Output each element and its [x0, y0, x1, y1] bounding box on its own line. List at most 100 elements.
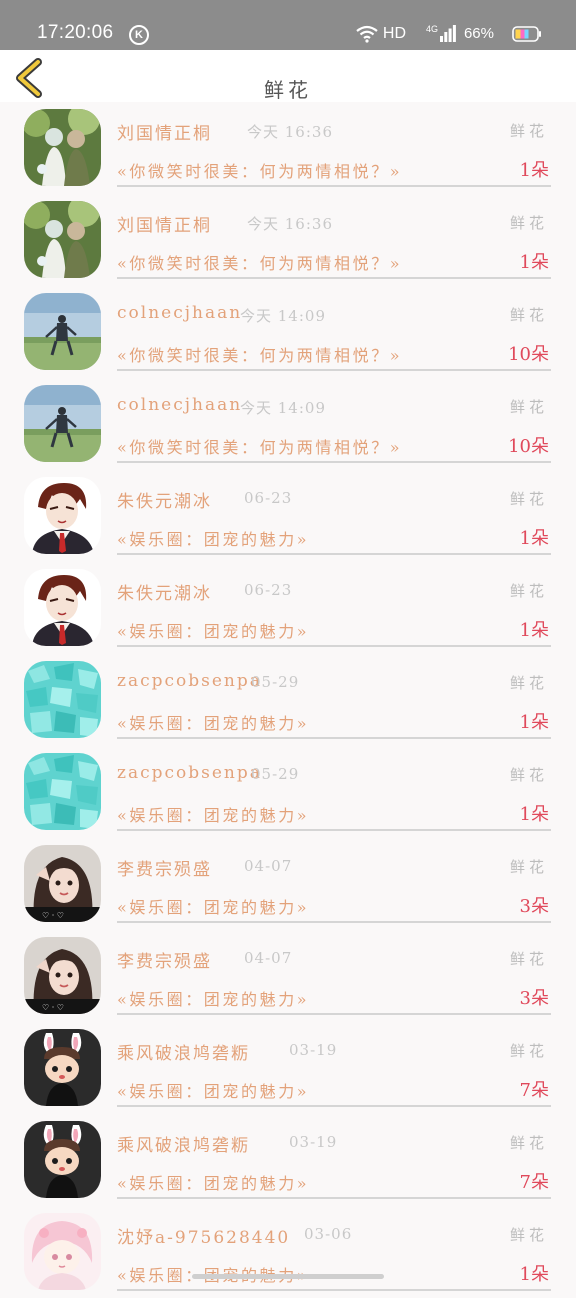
avatar[interactable] — [24, 1121, 101, 1198]
list-item[interactable]: 刘国情正桐 今天 16:36 鲜花 «你微笑时很美：何为两情相悦？» 1朵 — [0, 194, 576, 286]
gift-type: 鲜花 — [509, 306, 548, 324]
flower-count: 1朵 — [519, 620, 549, 641]
divider — [117, 829, 551, 831]
timestamp: 03-19 — [289, 1041, 338, 1059]
app-badge-icon: K — [129, 25, 149, 45]
gift-type: 鲜花 — [509, 1226, 548, 1244]
list-item[interactable]: 朱佚元潮冰 06-23 鲜花 «娱乐圈：团宠的魅力» 1朵 — [0, 562, 576, 654]
avatar[interactable] — [24, 661, 101, 738]
avatar[interactable] — [24, 1029, 101, 1106]
timestamp: 03-06 — [304, 1225, 353, 1243]
gift-type: 鲜花 — [509, 122, 548, 140]
avatar[interactable] — [24, 569, 101, 646]
gift-type: 鲜花 — [509, 582, 548, 600]
divider — [117, 369, 551, 371]
book-title: «娱乐圈：团宠的魅力» — [117, 898, 310, 917]
home-indicator[interactable] — [192, 1274, 384, 1279]
book-title: «娱乐圈：团宠的魅力» — [117, 806, 310, 825]
avatar[interactable] — [24, 201, 101, 278]
list-item[interactable]: 乘风破浪鸠砻粝 03-19 鲜花 «娱乐圈：团宠的魅力» 7朵 — [0, 1022, 576, 1114]
book-title: «娱乐圈：团宠的魅力» — [117, 530, 310, 549]
book-title: «娱乐圈：团宠的魅力» — [117, 622, 310, 641]
list-item[interactable]: 刘国情正桐 今天 16:36 鲜花 «你微笑时很美：何为两情相悦？» 1朵 — [0, 102, 576, 194]
gift-type: 鲜花 — [509, 858, 548, 876]
divider — [117, 737, 551, 739]
flower-count: 1朵 — [519, 1264, 549, 1285]
divider — [117, 1105, 551, 1107]
avatar[interactable] — [24, 477, 101, 554]
flower-count: 10朵 — [508, 436, 549, 457]
list-item[interactable]: 沈妤a-975628440 03-06 鲜花 «娱乐圈：团宠的魅力» 1朵 — [0, 1206, 576, 1298]
timestamp: 05-29 — [251, 765, 300, 783]
hd-indicator: HD — [382, 25, 406, 42]
battery-icon — [512, 26, 541, 42]
timestamp: 今天 14:09 — [240, 399, 326, 417]
list-item[interactable]: ♡ · ♡ 李费宗殒盛 04-07 鲜花 «娱乐圈：团宠的魅力» 3朵 — [0, 838, 576, 930]
avatar[interactable] — [24, 385, 101, 462]
network-type: 4G — [425, 24, 438, 34]
flower-count: 1朵 — [519, 160, 549, 181]
gift-type: 鲜花 — [509, 214, 548, 232]
timestamp: 05-29 — [251, 673, 300, 691]
divider — [117, 921, 551, 923]
avatar[interactable]: ♡ · ♡ — [24, 937, 101, 1014]
divider — [117, 277, 551, 279]
list-item[interactable]: 乘风破浪鸠砻粝 03-19 鲜花 «娱乐圈：团宠的魅力» 7朵 — [0, 1114, 576, 1206]
avatar[interactable] — [24, 109, 101, 186]
timestamp: 03-19 — [289, 1133, 338, 1151]
status-bar: 17:20:06 K HD 4G 66% — [0, 0, 576, 50]
timestamp: 今天 14:09 — [240, 307, 326, 325]
battery-percent: 66% — [463, 25, 494, 42]
gift-type: 鲜花 — [509, 950, 548, 968]
divider — [117, 645, 551, 647]
divider — [117, 185, 551, 187]
flower-count: 1朵 — [519, 804, 549, 825]
divider — [117, 1289, 551, 1291]
divider — [117, 461, 551, 463]
username: 李费宗殒盛 — [117, 860, 212, 880]
flower-count: 3朵 — [519, 988, 549, 1009]
book-title: «你微笑时很美：何为两情相悦？» — [117, 254, 403, 273]
wifi-icon — [356, 25, 378, 43]
username: 李费宗殒盛 — [117, 952, 212, 972]
gift-type: 鲜花 — [509, 490, 548, 508]
timestamp: 06-23 — [244, 489, 293, 507]
avatar[interactable] — [24, 753, 101, 830]
username: 刘国情正桐 — [117, 216, 212, 236]
list-item[interactable]: ♡ · ♡ 李费宗殒盛 04-07 鲜花 «娱乐圈：团宠的魅力» 3朵 — [0, 930, 576, 1022]
flower-count: 1朵 — [519, 252, 549, 273]
timestamp: 今天 16:36 — [247, 123, 333, 141]
signal-icon — [440, 25, 456, 42]
page-title: 鲜花 — [264, 78, 312, 102]
flower-count: 7朵 — [519, 1080, 549, 1101]
book-title: «你微笑时很美：何为两情相悦？» — [117, 346, 403, 365]
username: zacpcobsenpa — [117, 763, 262, 783]
gift-type: 鲜花 — [509, 766, 548, 784]
timestamp: 04-07 — [244, 949, 293, 967]
list-item[interactable]: zacpcobsenpa 05-29 鲜花 «娱乐圈：团宠的魅力» 1朵 — [0, 654, 576, 746]
timestamp: 04-07 — [244, 857, 293, 875]
avatar[interactable]: ♡ · ♡ — [24, 845, 101, 922]
username: 乘风破浪鸠砻粝 — [117, 1136, 250, 1156]
list-item[interactable]: colnecjhaan 今天 14:09 鲜花 «你微笑时很美：何为两情相悦？»… — [0, 378, 576, 470]
book-title: «娱乐圈：团宠的魅力» — [117, 1174, 310, 1193]
book-title: «你微笑时很美：何为两情相悦？» — [117, 162, 403, 181]
divider — [117, 1013, 551, 1015]
username: 朱佚元潮冰 — [117, 492, 212, 512]
app-header: 鲜花 — [0, 50, 576, 102]
gift-type: 鲜花 — [509, 1134, 548, 1152]
list-item[interactable]: zacpcobsenpa 05-29 鲜花 «娱乐圈：团宠的魅力» 1朵 — [0, 746, 576, 838]
book-title: «娱乐圈：团宠的魅力» — [117, 1082, 310, 1101]
divider — [117, 1197, 551, 1199]
book-title: «娱乐圈：团宠的魅力» — [117, 990, 310, 1009]
username: 刘国情正桐 — [117, 124, 212, 144]
username: 朱佚元潮冰 — [117, 584, 212, 604]
username: colnecjhaan — [117, 395, 243, 415]
flower-count: 10朵 — [508, 344, 549, 365]
username: colnecjhaan — [117, 303, 243, 323]
list-item[interactable]: 朱佚元潮冰 06-23 鲜花 «娱乐圈：团宠的魅力» 1朵 — [0, 470, 576, 562]
avatar[interactable] — [24, 293, 101, 370]
flower-count: 1朵 — [519, 712, 549, 733]
list-item[interactable]: colnecjhaan 今天 14:09 鲜花 «你微笑时很美：何为两情相悦？»… — [0, 286, 576, 378]
avatar[interactable] — [24, 1213, 101, 1290]
